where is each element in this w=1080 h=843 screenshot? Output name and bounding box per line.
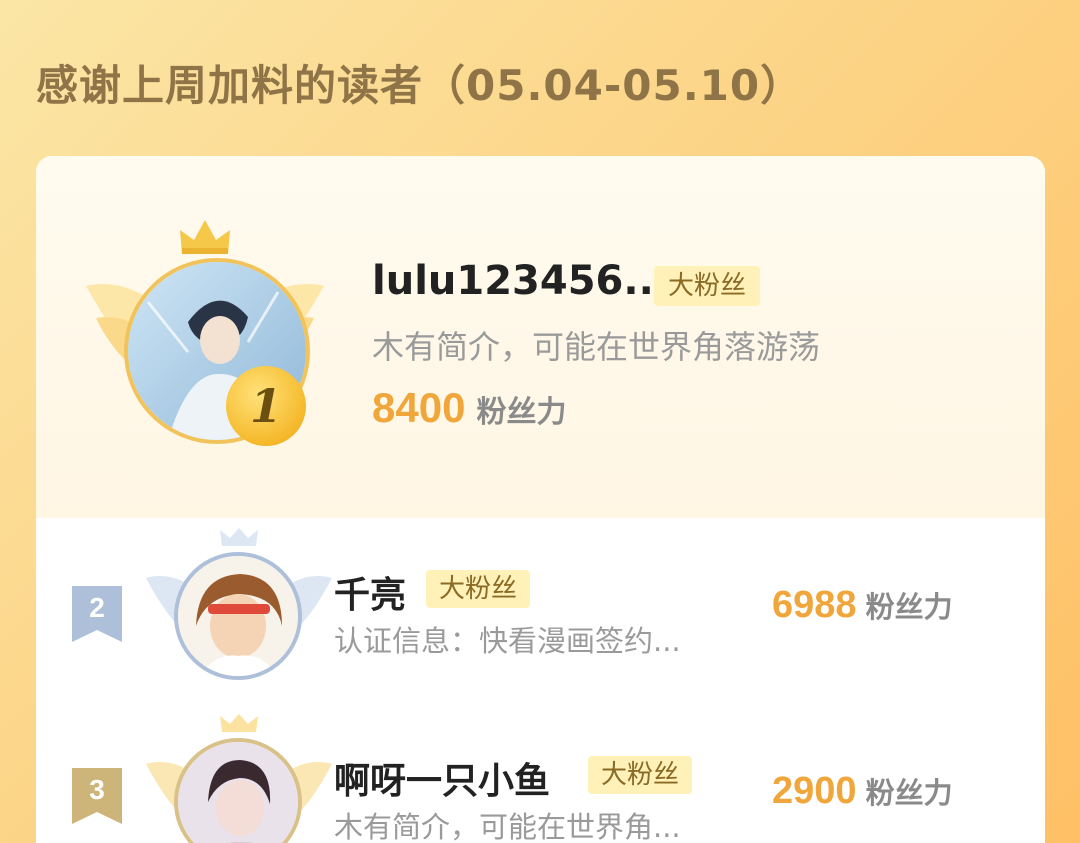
avatar-group[interactable] <box>144 528 334 688</box>
reader-name[interactable]: 啊呀一只小鱼 <box>334 752 550 804</box>
fan-power-score: 6988 粉丝力 <box>772 584 953 626</box>
crown-icon <box>180 220 230 254</box>
reader-intro: 木有简介，可能在世界角落游荡 <box>372 328 821 366</box>
ranking-card: 1 lulu123456... 大粉丝 木有简介，可能在世界角落游荡 8400 … <box>36 156 1045 843</box>
reader-intro: 认证信息：快看漫画签约... <box>334 624 681 658</box>
rank-number-badge: 3 <box>72 768 122 824</box>
rank-badge: 1 <box>226 366 306 446</box>
top-reader-section[interactable]: 1 lulu123456... 大粉丝 木有简介，可能在世界角落游荡 8400 … <box>36 156 1045 518</box>
fan-level-badge: 大粉丝 <box>654 266 760 306</box>
fan-power-score: 2900 粉丝力 <box>772 770 953 812</box>
fan-power-score: 8400 粉丝力 <box>372 384 567 431</box>
reader-name[interactable]: 千亮 <box>334 566 406 618</box>
avatar[interactable] <box>174 552 302 680</box>
page-title: 感谢上周加料的读者（05.04-05.10） <box>36 61 804 110</box>
reader-intro: 木有简介，可能在世界角... <box>334 810 681 843</box>
list-item[interactable]: 2 千亮 大粉丝 认证信息：快看漫画签约... 6988 粉丝力 <box>36 518 1045 698</box>
rank-number-badge: 2 <box>72 586 122 642</box>
reader-name[interactable]: lulu123456... <box>372 258 669 304</box>
fan-level-badge: 大粉丝 <box>426 570 530 608</box>
avatar-group[interactable] <box>144 714 334 843</box>
list-item[interactable]: 3 啊呀一只小鱼 大粉丝 木有简介，可能在世界角... 2900 粉丝力 <box>36 704 1045 843</box>
top-avatar-group[interactable]: 1 <box>80 218 330 458</box>
fan-level-badge: 大粉丝 <box>588 756 692 794</box>
